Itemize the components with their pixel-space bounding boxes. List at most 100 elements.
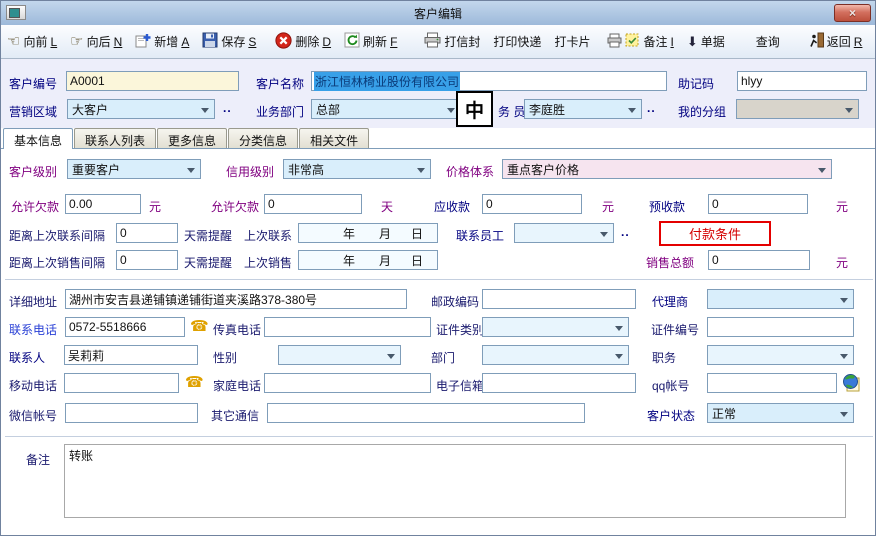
total-sales-input[interactable] <box>708 250 810 270</box>
fax-input[interactable] <box>264 317 431 337</box>
price-system-dropdown[interactable]: 重点客户价格 <box>502 159 832 179</box>
customer-level-dropdown[interactable]: 重要客户 <box>67 159 201 179</box>
new-record-icon <box>135 32 151 51</box>
app-window-icon <box>6 5 26 20</box>
gender-dropdown[interactable] <box>278 345 401 365</box>
query-button[interactable]: 查询 <box>756 33 780 50</box>
note-icon <box>625 33 640 51</box>
return-button[interactable]: 返回R <box>809 32 863 51</box>
contact-person-input[interactable] <box>64 345 198 365</box>
close-button[interactable]: × <box>834 4 871 22</box>
receivable-input[interactable] <box>482 194 582 214</box>
email-label: 电子信箱 <box>436 377 484 394</box>
qq-input[interactable] <box>707 373 837 393</box>
credit-level-dropdown[interactable]: 非常高 <box>283 159 431 179</box>
tab-strip: 基本信息 联系人列表 更多信息 分类信息 相关文件 <box>1 128 875 148</box>
address-input[interactable] <box>65 289 407 309</box>
customer-status-label: 客户状态 <box>647 407 695 424</box>
phone-icon[interactable]: ☎ <box>190 319 209 334</box>
price-system-label: 价格体系 <box>446 163 494 180</box>
last-contact-date-input[interactable]: 年 月 日 <box>298 223 438 243</box>
gender-label: 性别 <box>213 349 237 366</box>
tab-related-files[interactable]: 相关文件 <box>299 128 369 148</box>
last-sale-label: 上次销售 <box>244 254 292 271</box>
allow-debt-days-input[interactable] <box>264 194 362 214</box>
contact-person-label: 联系人 <box>9 349 45 366</box>
remark-button[interactable]: 备注I <box>607 33 673 51</box>
customer-no-input[interactable] <box>66 71 239 91</box>
fax-label: 传真电话 <box>213 321 261 338</box>
department-dropdown[interactable] <box>482 345 629 365</box>
allow-debt-days-label: 允许欠款 <box>211 198 259 215</box>
ime-indicator: 中 <box>456 91 493 127</box>
customer-name-input[interactable]: 浙江恒林椅业股份有限公司 <box>311 71 667 91</box>
sales-region-more-button[interactable]: .. <box>223 101 232 115</box>
contact-interval-input[interactable] <box>116 223 178 243</box>
tab-contact-list[interactable]: 联系人列表 <box>74 128 156 148</box>
payment-terms-button[interactable]: 付款条件 <box>659 221 771 246</box>
contact-staff-label: 联系员工 <box>456 227 504 244</box>
last-contact-label: 上次联系 <box>244 227 292 244</box>
my-group-dropdown[interactable] <box>736 99 859 119</box>
customer-status-dropdown[interactable]: 正常 <box>707 403 854 423</box>
documents-button[interactable]: ⬇︎ 单据 <box>687 33 725 50</box>
prepaid-label: 预收款 <box>649 198 685 215</box>
mobile-input[interactable] <box>64 373 179 393</box>
allow-debt-amount-input[interactable] <box>65 194 141 214</box>
credit-level-label: 信用级别 <box>226 163 274 180</box>
mnemonic-input[interactable] <box>737 71 867 91</box>
nav-back-button[interactable]: ☞ 向后N <box>70 33 122 50</box>
hand-right-icon: ☞ <box>70 34 83 49</box>
address-label: 详细地址 <box>9 293 57 310</box>
allow-debt-days-unit: 天 <box>381 198 393 215</box>
phone-icon[interactable]: ☎ <box>185 375 204 390</box>
tab-more-info[interactable]: 更多信息 <box>157 128 227 148</box>
new-button[interactable]: 新增A <box>135 32 189 51</box>
printer-icon <box>424 32 441 51</box>
refresh-button[interactable]: 刷新F <box>344 32 397 51</box>
remark-textarea[interactable]: 转账 <box>64 444 846 518</box>
delete-button[interactable]: 删除D <box>275 32 331 52</box>
id-no-label: 证件编号 <box>651 321 699 338</box>
print-express-button[interactable]: 打印快递 <box>493 33 541 50</box>
exit-door-icon <box>809 32 824 51</box>
contact-staff-dropdown[interactable] <box>514 223 614 243</box>
sales-region-dropdown[interactable]: 大客户 <box>67 99 215 119</box>
agent-dropdown[interactable] <box>707 289 854 309</box>
delete-icon <box>275 32 292 52</box>
sales-interval-input[interactable] <box>116 250 178 270</box>
department-label: 部门 <box>431 349 455 366</box>
tab-category-info[interactable]: 分类信息 <box>228 128 298 148</box>
salesman-more-button[interactable]: .. <box>647 101 656 115</box>
floppy-disk-icon <box>202 32 218 51</box>
position-dropdown[interactable] <box>707 345 854 365</box>
salesman-label: 务 员 <box>498 103 525 120</box>
email-input[interactable] <box>482 373 636 393</box>
id-type-dropdown[interactable] <box>482 317 629 337</box>
year-unit: 年 <box>343 252 355 269</box>
print-envelope-button[interactable]: 打信封 <box>424 32 480 51</box>
other-comm-input[interactable] <box>267 403 585 423</box>
save-button[interactable]: 保存S <box>202 32 256 51</box>
postcode-label: 邮政编码 <box>431 293 479 310</box>
window-title: 客户编辑 <box>1 5 875 22</box>
globe-icon[interactable] <box>842 373 860 397</box>
salesman-dropdown[interactable]: 李庭胜 <box>524 99 642 119</box>
allow-debt-amount-unit: 元 <box>149 198 161 215</box>
wechat-input[interactable] <box>65 403 198 423</box>
business-dept-dropdown[interactable]: 总部 <box>311 99 461 119</box>
separator <box>5 279 873 280</box>
nav-forward-button[interactable]: ☜ 向前L <box>7 33 57 50</box>
postcode-input[interactable] <box>482 289 636 309</box>
my-group-label: 我的分组 <box>678 103 726 120</box>
sales-region-label: 营销区域 <box>9 103 57 120</box>
phone-input[interactable] <box>65 317 185 337</box>
print-card-button[interactable]: 打卡片 <box>554 33 590 50</box>
remark-label: 备注 <box>26 451 50 468</box>
home-phone-input[interactable] <box>264 373 431 393</box>
id-no-input[interactable] <box>707 317 854 337</box>
prepaid-input[interactable] <box>708 194 808 214</box>
last-sale-date-input[interactable]: 年 月 日 <box>298 250 438 270</box>
contact-staff-more-button[interactable]: .. <box>621 225 630 239</box>
tab-basic-info[interactable]: 基本信息 <box>3 128 73 149</box>
